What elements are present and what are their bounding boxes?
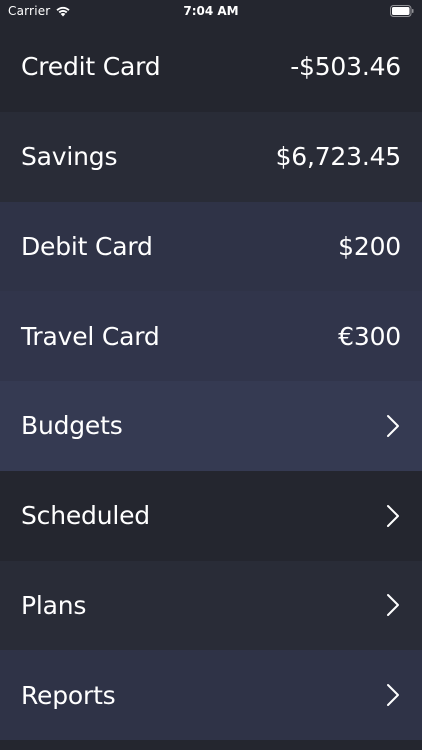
account-row-debit-card[interactable]: Debit Card $200 (0, 201, 422, 292)
account-row-savings[interactable]: Savings $6,723.45 (0, 111, 422, 202)
menu-label: Scheduled (21, 501, 150, 531)
menu-row-plans[interactable]: Plans (0, 560, 422, 651)
account-name: Debit Card (21, 231, 153, 261)
account-row-credit-card[interactable]: Credit Card -$503.46 (0, 22, 422, 112)
account-balance: -$503.46 (290, 52, 401, 82)
account-name: Savings (21, 142, 118, 172)
accounts-list: Credit Card -$503.46 Savings $6,723.45 D… (0, 22, 422, 740)
account-name: Credit Card (21, 52, 161, 82)
status-time: 7:04 AM (183, 4, 239, 18)
account-balance: €300 (338, 321, 401, 351)
chevron-right-icon (387, 594, 399, 617)
menu-label: Plans (21, 590, 87, 620)
menu-label: Budgets (21, 411, 123, 441)
chevron-right-icon (387, 684, 399, 707)
account-balance: $6,723.45 (275, 142, 402, 172)
account-row-travel-card[interactable]: Travel Card €300 (0, 291, 422, 381)
app-screen: Carrier 7:04 AM Credit Card -$503.46 Sav… (0, 0, 422, 750)
battery-icon (390, 5, 414, 17)
menu-row-scheduled[interactable]: Scheduled (0, 470, 422, 561)
account-balance: $200 (338, 231, 401, 261)
chevron-right-icon (387, 414, 399, 437)
menu-row-reports[interactable]: Reports (0, 650, 422, 740)
account-name: Travel Card (21, 321, 160, 351)
menu-row-budgets[interactable]: Budgets (0, 381, 422, 471)
chevron-right-icon (387, 504, 399, 527)
status-bar: Carrier 7:04 AM (0, 0, 422, 22)
menu-label: Reports (21, 680, 116, 710)
